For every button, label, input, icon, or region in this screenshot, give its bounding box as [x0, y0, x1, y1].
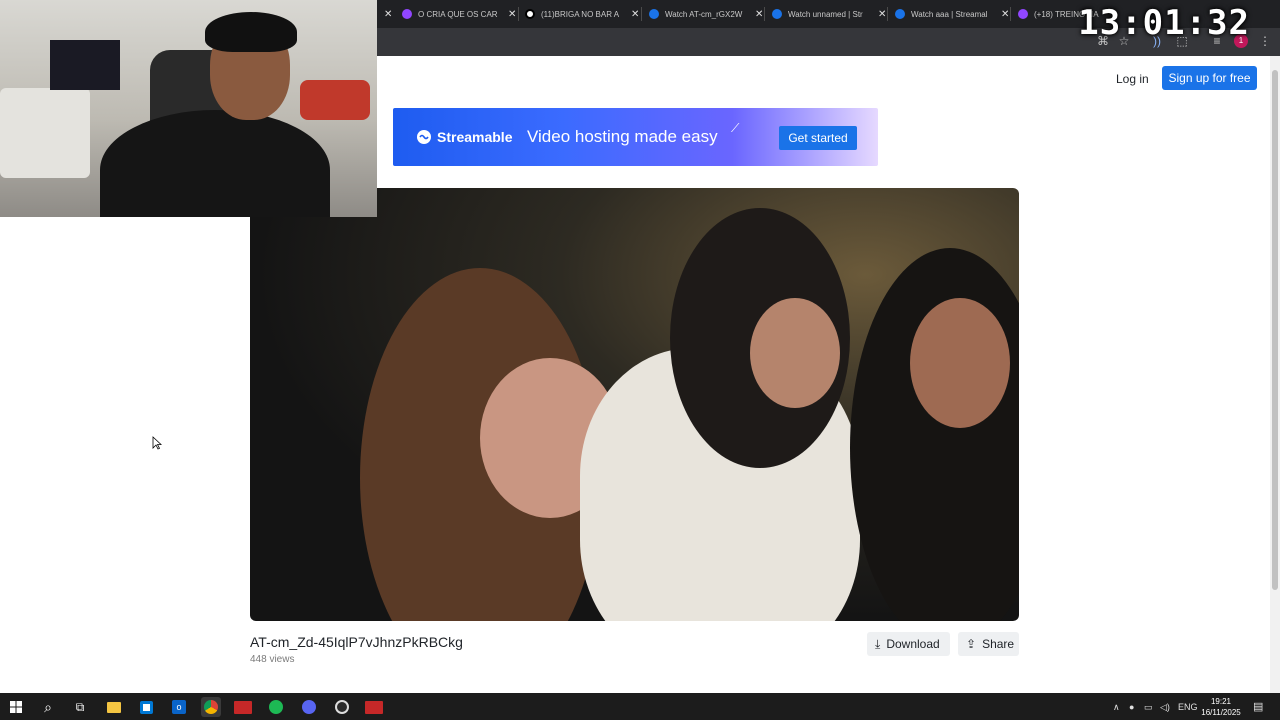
voicemeeter-icon[interactable] — [233, 697, 253, 717]
banner-brand: Streamable — [437, 129, 513, 145]
browser-menu-icon[interactable]: ⋮ — [1258, 34, 1272, 48]
tray-overflow-icon[interactable]: ∧ — [1113, 702, 1120, 712]
tab-close-partial[interactable]: ✕ — [380, 4, 392, 24]
close-icon[interactable]: ✕ — [508, 9, 516, 20]
windows-taskbar — [0, 693, 1280, 720]
webcam-person-body — [100, 110, 330, 217]
volume-icon[interactable]: ◁) — [1160, 702, 1170, 712]
tab-title: Watch unnamed | Str — [788, 9, 863, 19]
download-icon: ⤓ — [875, 637, 881, 651]
search-icon[interactable]: ⌕ — [38, 697, 58, 717]
obs-icon[interactable] — [332, 697, 352, 717]
video-view-count: 448 views — [250, 654, 295, 665]
streamable-favicon-icon — [895, 9, 905, 19]
outlook-icon[interactable]: o — [169, 697, 189, 717]
login-link[interactable]: Log in — [1116, 70, 1149, 88]
streamable-favicon-icon — [772, 9, 782, 19]
video-frame-face — [910, 298, 1010, 428]
share-icon: ⇪ — [966, 637, 977, 651]
voicemeeter-icon[interactable] — [364, 697, 384, 717]
close-icon[interactable]: ✕ — [755, 9, 763, 20]
mouse-cursor-icon — [152, 436, 162, 450]
twitch-favicon-icon — [1018, 9, 1028, 19]
download-button[interactable]: ⤓ Download — [867, 632, 950, 656]
browser-tab[interactable]: (11)BRIGA NO BAR A ✕ — [525, 4, 639, 24]
discord-icon[interactable] — [299, 697, 319, 717]
webcam-person-hair — [205, 12, 297, 52]
taskbar-time: 19:21 — [1210, 697, 1232, 706]
tab-divider — [1010, 7, 1011, 21]
browser-tab[interactable]: Watch unnamed | Str ✕ — [772, 4, 886, 24]
share-button[interactable]: ⇪ Share — [958, 632, 1019, 656]
tab-title: Watch AT-cm_rGX2W — [665, 9, 743, 19]
close-icon[interactable]: ✕ — [631, 9, 639, 20]
spotify-icon[interactable] — [266, 697, 286, 717]
tab-divider — [764, 7, 765, 21]
twitch-favicon-icon — [402, 9, 412, 19]
chrome-icon[interactable] — [201, 697, 221, 717]
video-player[interactable] — [250, 188, 1019, 621]
signup-button[interactable]: Sign up for free — [1162, 66, 1257, 90]
taskbar-clock[interactable]: 19:21 16/11/2025 — [1201, 696, 1241, 718]
store-icon[interactable] — [136, 697, 156, 717]
share-label: Share — [982, 637, 1015, 651]
start-icon[interactable] — [6, 697, 26, 717]
webcam-pillow — [300, 80, 370, 120]
tiktok-favicon-icon — [525, 9, 535, 19]
file-explorer-icon[interactable] — [104, 697, 124, 717]
stream-overlay-clock: 13:01:32 — [1078, 3, 1250, 43]
tab-title: Watch aaa | Streamal — [911, 9, 988, 19]
language-indicator[interactable]: ENG — [1178, 702, 1198, 712]
task-view-icon[interactable]: ⧉ — [70, 697, 90, 717]
download-label: Download — [886, 637, 940, 651]
close-icon[interactable]: ✕ — [384, 9, 392, 20]
close-icon[interactable]: ✕ — [1001, 9, 1009, 20]
tab-divider — [518, 7, 519, 21]
tab-divider — [641, 7, 642, 21]
webcam-sofa — [0, 88, 90, 178]
close-icon[interactable]: ✕ — [878, 9, 886, 20]
video-title: AT-cm_Zd-45IqlP7vJhnzPkRBCkg — [250, 634, 463, 650]
scrollbar-thumb[interactable] — [1272, 70, 1278, 590]
tab-title: (11)BRIGA NO BAR A — [541, 9, 620, 19]
tab-title: O CRIA QUE OS CAR — [418, 9, 498, 19]
browser-tab[interactable]: Watch aaa | Streamal ✕ — [895, 4, 1009, 24]
banner-tagline: Video hosting made easy — [527, 127, 718, 146]
taskbar-date: 16/11/2025 — [1201, 708, 1241, 717]
streamable-favicon-icon — [649, 9, 659, 19]
notification-icon[interactable]: ▤ — [1253, 702, 1263, 713]
browser-tab[interactable]: Watch AT-cm_rGX2W ✕ — [649, 4, 763, 24]
streamable-logo-icon — [417, 130, 431, 144]
get-started-button[interactable]: Get started — [779, 126, 857, 150]
sparkle-icon: ⟋ — [731, 121, 740, 135]
microphone-icon[interactable]: ● — [1129, 702, 1134, 712]
video-frame-figure — [850, 248, 1019, 621]
video-frame-face — [750, 298, 840, 408]
webcam-pc — [50, 40, 120, 90]
browser-tab[interactable]: O CRIA QUE OS CAR ✕ — [402, 4, 516, 24]
tab-divider — [887, 7, 888, 21]
streamer-webcam-overlay — [0, 0, 377, 217]
network-icon[interactable]: ▭ — [1144, 702, 1153, 712]
